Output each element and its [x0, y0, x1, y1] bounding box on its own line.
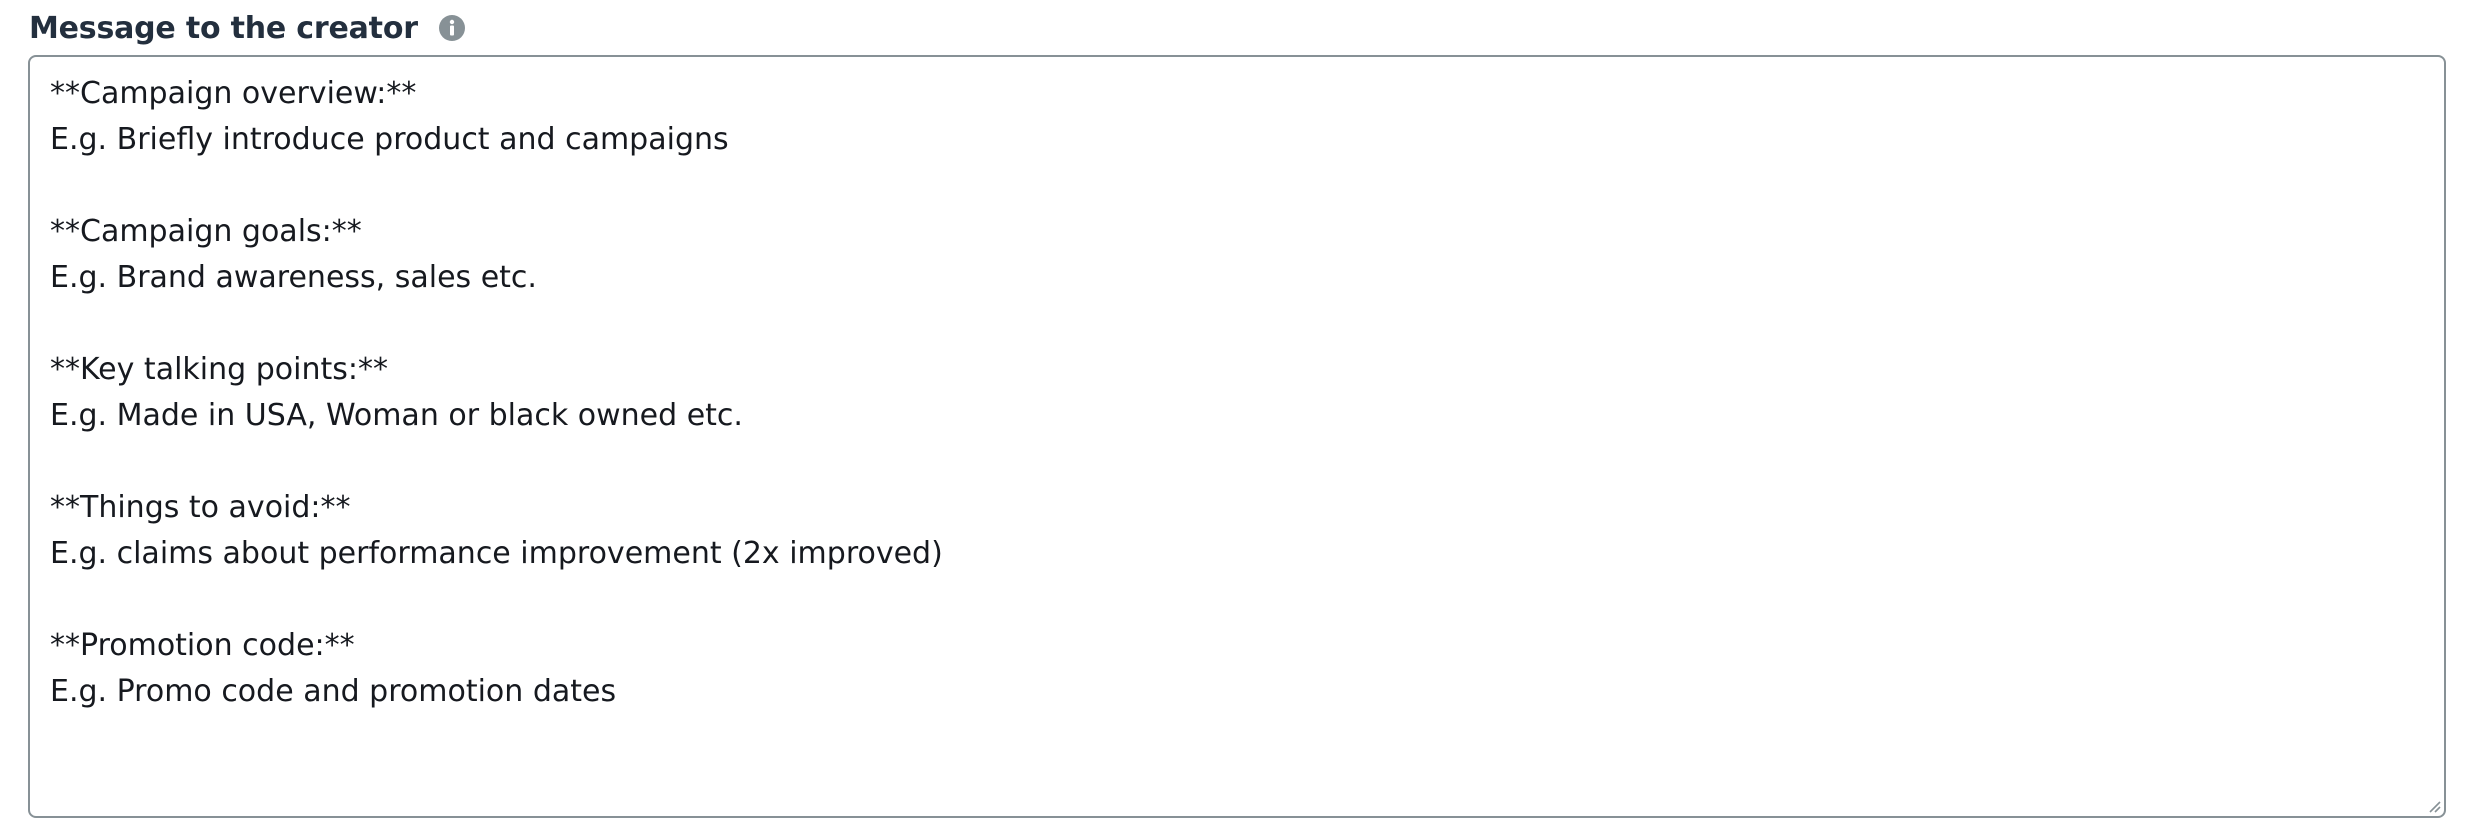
message-textarea[interactable]: **Campaign overview:** E.g. Briefly intr… — [28, 55, 2446, 818]
field-label: Message to the creator — [29, 10, 418, 46]
info-icon[interactable] — [438, 14, 466, 42]
field-label-row: Message to the creator — [29, 6, 466, 50]
message-textarea-value[interactable]: **Campaign overview:** E.g. Briefly intr… — [50, 71, 2424, 715]
resize-handle-icon[interactable] — [2426, 798, 2442, 814]
